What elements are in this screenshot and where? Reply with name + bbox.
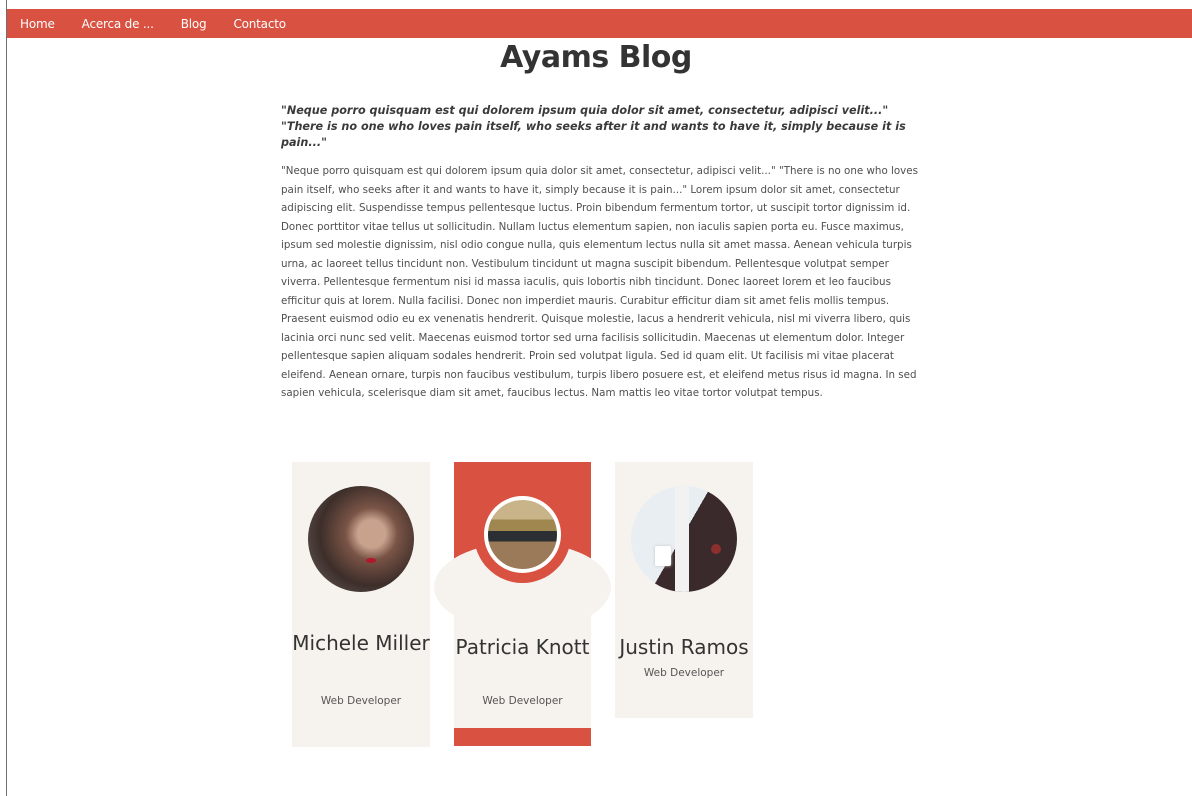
team-member-name: Michele Miller xyxy=(292,631,430,655)
avatar xyxy=(484,496,561,573)
nav-blog-link[interactable]: Blog xyxy=(181,17,207,31)
nav-contact-link[interactable]: Contacto xyxy=(233,17,286,31)
team-card-patricia[interactable]: Patricia Knott Web Developer xyxy=(434,462,611,746)
nav-about-link[interactable]: Acerca de ... xyxy=(82,17,154,31)
avatar xyxy=(308,486,414,592)
team-card-michele[interactable]: Michele Miller Web Developer xyxy=(292,462,430,747)
intro-quote: "Neque porro quisquam est qui dolorem ip… xyxy=(281,104,906,149)
avatar xyxy=(631,486,737,592)
team-member-role: Web Developer xyxy=(643,667,725,679)
nav-home-link[interactable]: Home xyxy=(20,17,55,31)
team-member-name: Patricia Knott xyxy=(455,635,590,659)
top-navbar: Home Acerca de ... Blog Contacto xyxy=(7,9,1192,38)
team-member-role: Web Developer xyxy=(320,695,402,707)
portrait-detail xyxy=(366,558,376,563)
team-member-name: Justin Ramos xyxy=(619,635,749,659)
portrait-detail xyxy=(655,546,671,566)
team-card-justin[interactable]: Justin Ramos Web Developer xyxy=(615,462,753,718)
main-nav: Home Acerca de ... Blog Contacto xyxy=(7,9,1192,38)
portrait-detail xyxy=(711,544,721,554)
portrait-detail xyxy=(675,486,689,592)
page-title: Ayams Blog xyxy=(500,40,692,75)
left-border xyxy=(6,0,7,796)
team-member-role: Web Developer xyxy=(482,695,563,707)
card-accent-bottom xyxy=(454,728,591,746)
article-body: "Neque porro quisquam est qui dolorem ip… xyxy=(281,165,918,399)
